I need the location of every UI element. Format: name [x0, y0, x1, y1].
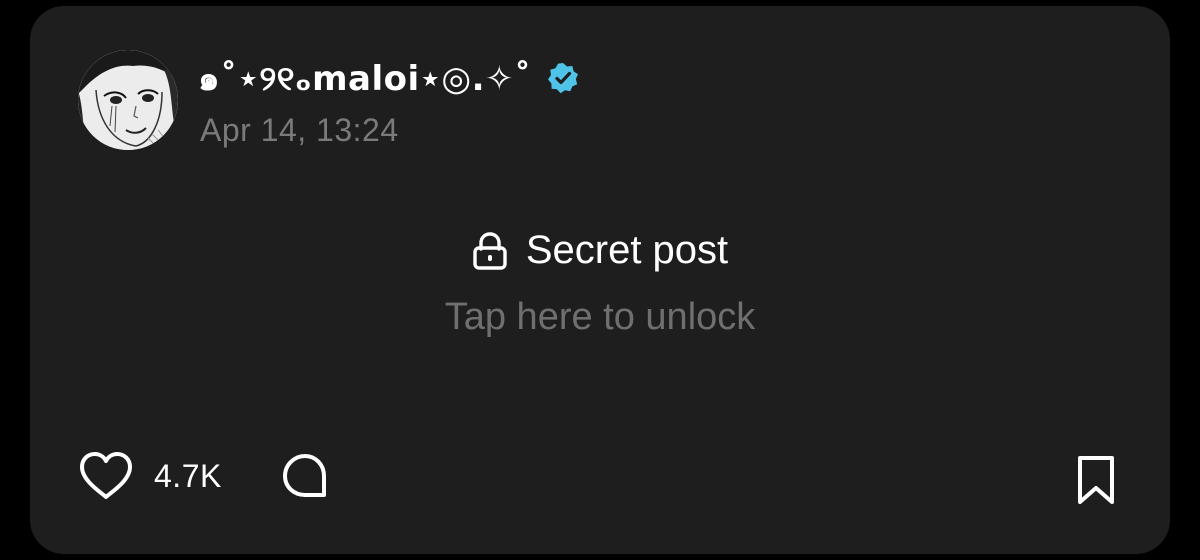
verified-badge-icon	[546, 61, 580, 95]
comment-bubble-icon[interactable]	[280, 451, 330, 501]
post-timestamp: Apr 14, 13:24	[200, 112, 399, 148]
secret-post-banner[interactable]: Secret post	[30, 228, 1170, 273]
username[interactable]: ๑˚⋆୨୧ₒmaloi⋆◎.✧˚	[198, 51, 532, 105]
post-card[interactable]: ๑˚⋆୨୧ₒmaloi⋆◎.✧˚ Apr 14, 13:24 Secret po…	[30, 6, 1170, 554]
unlock-prompt[interactable]: Tap here to unlock	[30, 296, 1170, 339]
lock-icon	[472, 231, 508, 271]
avatar-illustration	[78, 50, 178, 150]
post-actions: 4.7K	[78, 451, 330, 501]
avatar[interactable]	[78, 50, 178, 150]
secret-post-title: Secret post	[525, 228, 729, 272]
like-count[interactable]: 4.7K	[154, 458, 222, 495]
author-row: ๑˚⋆୨୧ₒmaloi⋆◎.✧˚	[198, 56, 580, 100]
heart-icon[interactable]	[78, 451, 134, 501]
bookmark-icon[interactable]	[1074, 454, 1118, 506]
